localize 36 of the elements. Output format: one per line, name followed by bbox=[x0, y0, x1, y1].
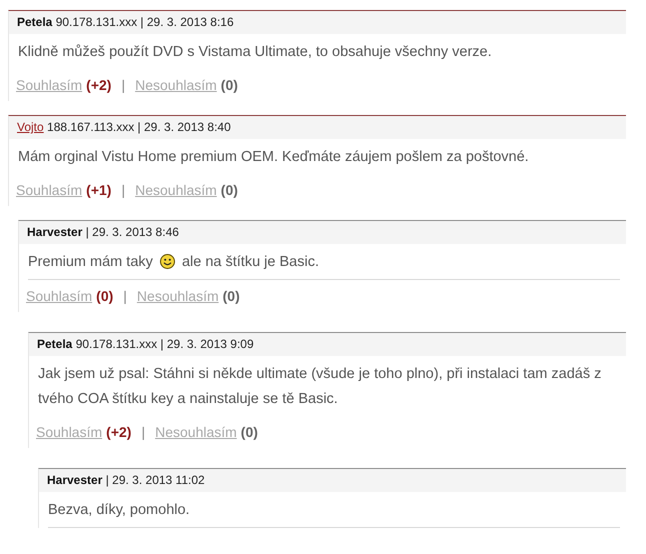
agree-link[interactable]: Souhlasím bbox=[16, 182, 82, 198]
vote-separator: | bbox=[121, 77, 126, 93]
smiley-icon bbox=[160, 254, 175, 269]
author-link[interactable]: Vojto bbox=[17, 120, 44, 134]
agree-count: (+2) bbox=[86, 77, 112, 93]
comment-meta: | 29. 3. 2013 11:02 bbox=[106, 473, 205, 487]
comment-text: Klidně můžeš použít DVD s Vistama Ultimate, to obsahuje všechny verze. bbox=[17, 43, 493, 62]
vote-separator: | bbox=[123, 288, 127, 304]
disagree-count: (0) bbox=[222, 288, 240, 304]
agree-link[interactable]: Souhlasím bbox=[16, 77, 82, 93]
vote-separator: | bbox=[141, 424, 146, 440]
comment-text: Premium mám taky ale na štítku je Basic. bbox=[27, 253, 320, 272]
author-name: Petela bbox=[37, 337, 72, 351]
comment-text: Jak jsem už psal: Stáhni si někde ultimate (všude je toho plno), při instalaci tam zadáš z tvého COA štítku key a nainstaluje se tě Basic. bbox=[37, 365, 602, 409]
disagree-link[interactable]: Nesouhlasím bbox=[135, 182, 217, 198]
disagree-count: (0) bbox=[240, 424, 258, 440]
author-name: Petela bbox=[17, 15, 52, 29]
agree-link[interactable]: Souhlasím bbox=[26, 288, 92, 304]
vote-separator: | bbox=[121, 182, 126, 198]
disagree-count: (0) bbox=[220, 182, 238, 198]
comment-meta: | 29. 3. 2013 8:46 bbox=[86, 225, 179, 239]
agree-count: (0) bbox=[96, 288, 114, 304]
disagree-link[interactable]: Nesouhlasím bbox=[136, 288, 219, 304]
agree-count: (+2) bbox=[106, 424, 132, 440]
disagree-link[interactable]: Nesouhlasím bbox=[155, 424, 237, 440]
author-name: Harvester bbox=[27, 225, 82, 239]
comment-text: Mám orginal Vistu Home premium OEM. Keďmáte záujem pošlem za poštovné. bbox=[17, 148, 530, 167]
comment-text: Bezva, díky, pomohlo. bbox=[47, 501, 191, 520]
agree-count: (+1) bbox=[86, 182, 112, 198]
disagree-link[interactable]: Nesouhlasím bbox=[135, 77, 217, 93]
comment-meta: 188.167.113.xxx | 29. 3. 2013 8:40 bbox=[47, 120, 231, 134]
agree-link[interactable]: Souhlasím bbox=[36, 424, 102, 440]
comment-meta: 90.178.131.xxx | 29. 3. 2013 9:09 bbox=[76, 337, 254, 351]
disagree-count: (0) bbox=[220, 77, 238, 93]
comment-meta: 90.178.131.xxx | 29. 3. 2013 8:16 bbox=[56, 15, 234, 29]
author-name: Harvester bbox=[47, 473, 102, 487]
